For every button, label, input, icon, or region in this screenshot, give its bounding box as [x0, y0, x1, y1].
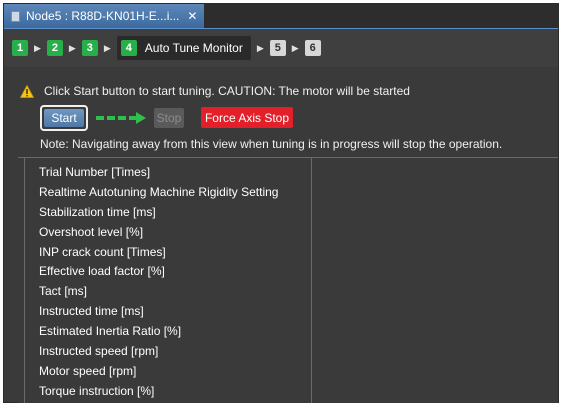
start-button[interactable]: Start [40, 105, 88, 131]
step-3[interactable]: 3 [81, 40, 98, 56]
close-icon[interactable]: ✕ [187, 9, 197, 23]
warning-icon [20, 84, 34, 98]
list-item: Estimated Inertia Ratio [%] [39, 324, 182, 339]
list-item: INP crack count [Times] [39, 244, 166, 259]
wizard-step-bar: 1 ▶ 2 ▶ 3 ▶ 4 Auto Tune Monitor ▶ 5 ▶ 6 [4, 29, 558, 67]
step-5[interactable]: 5 [269, 40, 286, 56]
chevron-right-icon: ▶ [291, 42, 299, 53]
parameter-column: Trial Number [Times] Realtime Autotuning… [24, 158, 312, 403]
tab-bar: Node5 : R88D-KN01H-E...i... ✕ [4, 4, 558, 29]
step-2[interactable]: 2 [46, 40, 63, 56]
navigation-note: Note: Navigating away from this view whe… [40, 137, 503, 151]
tab-node5[interactable]: Node5 : R88D-KN01H-E...i... ✕ [4, 4, 204, 28]
list-item: Instructed time [ms] [39, 304, 144, 319]
list-item: Instructed speed [rpm] [39, 344, 159, 359]
chevron-right-icon: ▶ [103, 42, 111, 53]
list-item: Stabilization time [ms] [39, 204, 156, 219]
tab-title: Node5 : R88D-KN01H-E...i... [26, 9, 180, 23]
tuning-controls: Start Stop Force Axis Stop [40, 105, 340, 131]
editor-pane: Node5 : R88D-KN01H-E...i... ✕ 1 ▶ 2 ▶ 3 … [3, 3, 559, 403]
force-axis-stop-button[interactable]: Force Axis Stop [201, 107, 293, 128]
list-item: Overshoot level [%] [39, 224, 144, 239]
list-item: Torque instruction [%] [39, 383, 155, 398]
dashed-arrow-icon [96, 112, 146, 124]
step-4-current[interactable]: 4 Auto Tune Monitor [116, 36, 251, 60]
step-4: 4 [120, 40, 137, 56]
caution-message: Click Start button to start tuning. CAUT… [20, 84, 410, 98]
monitor-table: Trial Number [Times] Realtime Autotuning… [18, 157, 558, 403]
chevron-right-icon: ▶ [34, 42, 41, 53]
device-icon [10, 10, 20, 22]
list-item: Realtime Autotuning Machine Rigidity Set… [39, 184, 279, 199]
stop-button[interactable]: Stop [154, 108, 184, 128]
list-item: Trial Number [Times] [39, 165, 151, 179]
step-1[interactable]: 1 [12, 40, 28, 56]
caution-text: Click Start button to start tuning. CAUT… [44, 84, 410, 98]
parameter-list: Trial Number [Times] Realtime Autotuning… [39, 163, 278, 402]
chevron-right-icon: ▶ [256, 42, 264, 53]
list-item: Motor speed [rpm] [39, 363, 137, 378]
chevron-right-icon: ▶ [68, 42, 76, 53]
list-item: Tact [ms] [39, 284, 88, 299]
start-button-label: Start [44, 109, 84, 127]
list-item: Effective load factor [%] [39, 264, 165, 279]
step-4-label: Auto Tune Monitor [144, 41, 243, 55]
step-6[interactable]: 6 [304, 40, 321, 56]
